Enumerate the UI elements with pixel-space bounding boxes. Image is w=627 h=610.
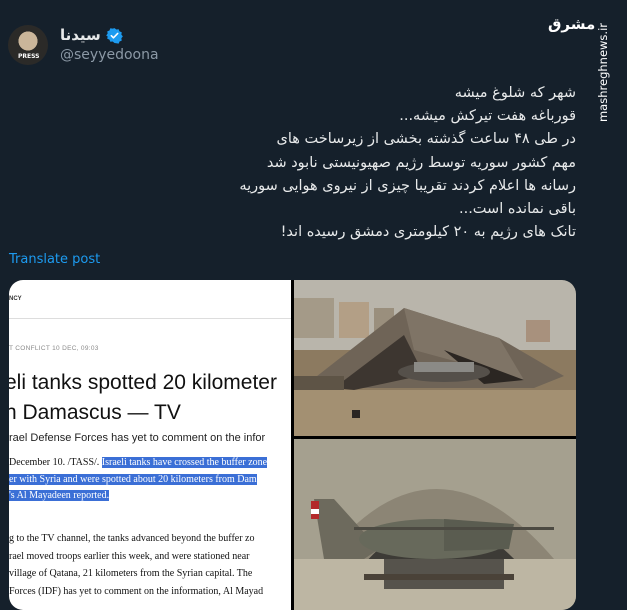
mashregh-logo: مشرق — [548, 15, 596, 33]
avatar[interactable]: PRESS — [8, 25, 48, 65]
verified-badge-icon — [105, 27, 123, 44]
article-brand: NCY — [9, 296, 22, 302]
avatar-press-label: PRESS — [18, 53, 40, 60]
media-grid[interactable]: NCY T CONFLICT 10 DEC, 09:03 eli tanks s… — [9, 280, 576, 610]
watermark-site: mashreghnews.ir — [583, 18, 623, 128]
article-body-line: er with Syria and were spotted about 20 … — [9, 472, 291, 489]
highlighted-text: er with Syria and were spotted about 20 … — [9, 473, 257, 485]
article-screenshot-image[interactable]: NCY T CONFLICT 10 DEC, 09:03 eli tanks s… — [9, 280, 291, 610]
article-body-line: village of Qatana, 21 kilometers from th… — [9, 568, 253, 579]
author-handle[interactable]: @seyyedoona — [60, 47, 159, 63]
article-subtitle: rael Defense Forces has yet to comment o… — [9, 432, 266, 444]
watermark-site-label: mashreghnews.ir — [596, 23, 610, 123]
article-headline: eli tanks spotted 20 kilometer n Damascu… — [9, 368, 291, 428]
author-name-row[interactable]: سیدنا — [60, 26, 123, 44]
article-body-line: Forces (IDF) has yet to comment on the i… — [9, 585, 264, 597]
article-body-line: 's Al Mayadeen reported. — [9, 488, 291, 505]
tweet-text: شهر که شلوغ میشه قورباغه هفت تیرکش میشه.… — [239, 85, 576, 241]
damaged-helicopter-illustration — [294, 439, 576, 610]
author-display-name[interactable]: سیدنا — [60, 26, 101, 44]
article-body-line: rael moved troops earlier this week, and… — [9, 550, 250, 562]
article-meta: T CONFLICT 10 DEC, 09:03 — [9, 345, 99, 352]
article-headline-line2: n Damascus — TV — [9, 401, 181, 424]
destroyed-hangar-illustration — [294, 280, 576, 436]
article-text: reported. — [70, 490, 110, 501]
highlighted-text: Israeli tanks have crossed the buffer zo… — [101, 457, 268, 468]
article-body-line: December 10. /TASS/. Israeli tanks have … — [9, 455, 291, 472]
article-body: g to the TV channel, the tanks advanced … — [9, 530, 291, 600]
article-text: December 10. /TASS/. — [9, 457, 102, 468]
translate-post-link[interactable]: Translate post — [9, 252, 100, 267]
destroyed-hangar-photo[interactable] — [294, 280, 576, 436]
article-headline-line1: eli tanks spotted 20 kilometer — [9, 371, 277, 394]
article-body-line: g to the TV channel, the tanks advanced … — [9, 533, 255, 544]
damaged-helicopter-photo[interactable] — [294, 439, 576, 610]
highlighted-text: 's Al Mayadeen — [9, 490, 71, 501]
article-divider — [9, 318, 291, 319]
article-body-highlighted: December 10. /TASS/. Israeli tanks have … — [9, 455, 291, 505]
